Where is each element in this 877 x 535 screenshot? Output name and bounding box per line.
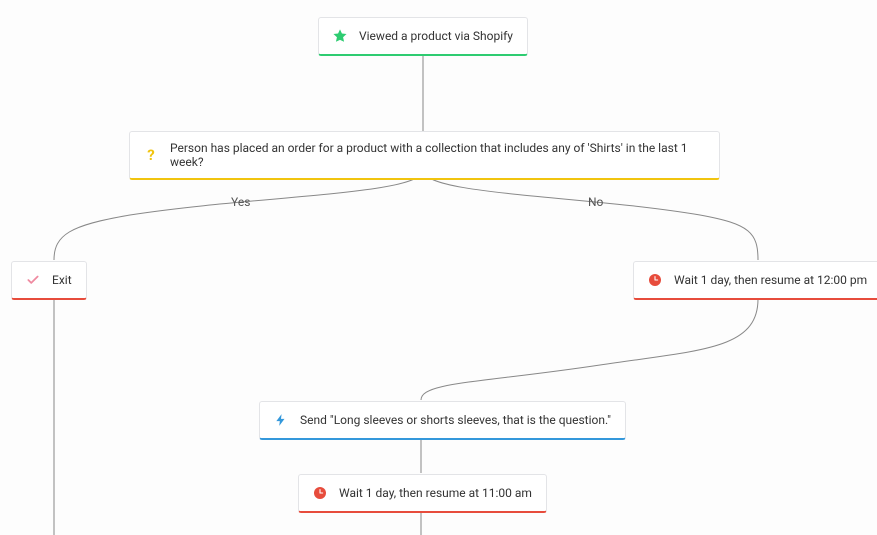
- condition-node[interactable]: ? Person has placed an order for a produ…: [129, 131, 720, 180]
- exit-node[interactable]: Exit: [11, 261, 87, 300]
- send-node[interactable]: Send "Long sleeves or shorts sleeves, th…: [259, 401, 626, 440]
- condition-label: Person has placed an order for a product…: [170, 141, 705, 169]
- trigger-node[interactable]: Viewed a product via Shopify: [318, 17, 528, 56]
- lightning-icon: [272, 411, 290, 429]
- trigger-label: Viewed a product via Shopify: [359, 29, 513, 43]
- send-label: Send "Long sleeves or shorts sleeves, th…: [300, 413, 611, 427]
- clock-icon: [311, 484, 329, 502]
- branch-no-label: No: [588, 195, 603, 209]
- question-icon: ?: [142, 146, 160, 164]
- wait-label-2: Wait 1 day, then resume at 11:00 am: [339, 486, 532, 500]
- check-icon: [24, 271, 42, 289]
- wait-node-2[interactable]: Wait 1 day, then resume at 11:00 am: [298, 474, 547, 513]
- star-icon: [331, 27, 349, 45]
- wait-node-1[interactable]: Wait 1 day, then resume at 12:00 pm: [633, 261, 877, 300]
- clock-icon: [646, 271, 664, 289]
- branch-yes-label: Yes: [231, 195, 250, 209]
- wait-label-1: Wait 1 day, then resume at 12:00 pm: [674, 273, 867, 287]
- flow-canvas: Viewed a product via Shopify ? Person ha…: [0, 0, 877, 535]
- exit-label: Exit: [52, 273, 72, 287]
